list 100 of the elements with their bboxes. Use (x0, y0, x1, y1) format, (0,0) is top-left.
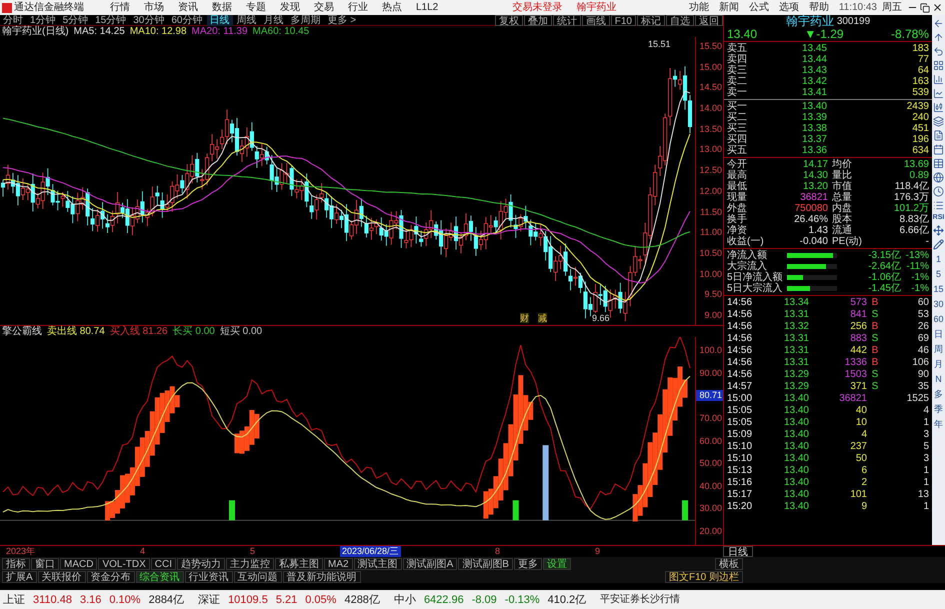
period-tab[interactable]: 日线 (206, 14, 232, 26)
bottom-tab[interactable]: 测试主图 (354, 558, 402, 570)
bottom-tab[interactable]: 横板 (715, 558, 743, 570)
period-tab[interactable]: 5分钟 (60, 14, 92, 26)
period-tab[interactable]: 周线 (234, 14, 260, 26)
bottom-tab[interactable]: 互动问题 (234, 570, 282, 582)
period-tab[interactable]: 30分钟 (130, 14, 168, 26)
order-price: 13.37 (800, 134, 827, 145)
trade-time: 15:20 (727, 500, 754, 512)
menu-item[interactable]: 热点 (376, 2, 408, 13)
chart-tool-button[interactable]: 返回 (695, 14, 723, 26)
line-chart-icon[interactable] (933, 88, 944, 99)
menu-item[interactable]: 行业 (342, 2, 374, 13)
calendar-icon[interactable] (933, 144, 944, 155)
menu-notice[interactable]: 交易未登录 (506, 2, 569, 13)
bottom-tab[interactable]: VOL-TDX (98, 558, 150, 570)
menu-item[interactable]: 专题 (240, 2, 272, 13)
period-button[interactable]: 年 (934, 418, 943, 430)
period-button[interactable]: 60 (933, 313, 944, 325)
menu-item[interactable]: 数据 (206, 2, 238, 13)
bottom-tab[interactable]: MA2 (324, 558, 353, 570)
menu-item[interactable]: 发现 (274, 2, 306, 13)
axis-label: 13.00 (698, 144, 723, 156)
bottom-tab[interactable]: 资金分布 (86, 570, 135, 582)
bottom-tab[interactable]: 设置 (542, 558, 571, 570)
bottom-tab[interactable]: 扩展A (2, 570, 37, 582)
period-tab[interactable]: 分时 (0, 14, 26, 26)
ma-value: MA5: 14.25 (74, 26, 125, 37)
menu-item[interactable]: 市场 (138, 2, 170, 13)
chart-tool-button[interactable]: 画线 (582, 14, 610, 26)
axis-label: 60.00 (698, 436, 723, 446)
period-button[interactable]: 30 (933, 298, 944, 310)
chart-tool-button[interactable]: F10 (610, 14, 636, 26)
period-button[interactable]: 5 (936, 268, 941, 280)
period-button[interactable]: 多 (934, 388, 943, 400)
return-arrow-icon[interactable] (933, 46, 944, 57)
bottom-tab[interactable]: 更多 (514, 558, 542, 570)
table-icon[interactable] (933, 158, 944, 169)
bottom-tab[interactable]: 图文F10 则边栏 (664, 570, 743, 582)
axis-label: 14.00 (698, 103, 723, 114)
period-tab[interactable]: 更多 > (324, 14, 360, 26)
bottom-tab[interactable]: 测试副图B (458, 558, 513, 570)
chart-title: 翰宇药业(日线) (2, 26, 69, 37)
bottom-tab[interactable]: 普及新功能说明 (282, 570, 361, 582)
period-tab[interactable]: 15分钟 (92, 14, 130, 26)
menu-item[interactable]: 交易 (308, 2, 340, 13)
layers-icon[interactable] (933, 116, 944, 127)
period-tab[interactable]: 1分钟 (27, 14, 59, 26)
stat-value: 0.89 (908, 170, 929, 181)
chart-tool-button[interactable]: 复权 (494, 14, 523, 26)
axis-label: 20.00 (698, 526, 723, 537)
stat-label: 净资 (727, 225, 748, 236)
move-arrows-icon[interactable] (933, 225, 944, 236)
candlestick-icon[interactable] (933, 102, 944, 113)
menu-item[interactable]: 资讯 (172, 2, 204, 13)
menu-item[interactable]: 选项 (774, 2, 803, 13)
bar-chart-icon[interactable] (933, 74, 944, 85)
menu-notice[interactable]: 翰宇药业 (570, 2, 623, 13)
menu-item[interactable]: L1L2 (410, 2, 444, 13)
period-tab[interactable]: 月线 (260, 14, 286, 26)
period-tab[interactable]: 60分钟 (168, 14, 206, 26)
chart-tool-button[interactable]: 统计 (552, 14, 581, 26)
menu-item[interactable]: 帮助 (804, 2, 833, 13)
bottom-tab[interactable]: 主力监控 (226, 558, 274, 570)
chart-tool-button[interactable]: 叠加 (524, 14, 552, 26)
period-button[interactable]: N (935, 373, 942, 385)
chart-tool-button[interactable]: 标记 (637, 14, 665, 26)
left-arrow-icon[interactable] (933, 18, 944, 29)
period-button[interactable]: 日 (934, 328, 943, 340)
up-arrow-icon[interactable] (933, 32, 944, 43)
bottom-tab[interactable]: 私募主图 (275, 558, 324, 570)
period-tab[interactable]: 多周期 (288, 14, 324, 26)
menu-item[interactable]: 功能 (684, 2, 713, 13)
period-button[interactable]: 15 (933, 283, 944, 295)
trade-time: 15:05 (727, 404, 754, 416)
period-button[interactable]: 1 (936, 253, 941, 265)
close-icon[interactable] (932, 2, 943, 13)
pencil-icon[interactable] (933, 239, 944, 250)
period-button[interactable]: 月 (934, 358, 943, 370)
bottom-tab[interactable]: CCI (150, 558, 176, 570)
globe-icon[interactable] (933, 172, 944, 183)
bottom-tab[interactable]: 窗口 (31, 558, 59, 570)
bottom-tab[interactable]: 测试副图A (402, 558, 458, 570)
menu-item[interactable]: 公式 (744, 2, 773, 13)
bottom-tab[interactable]: 行业资讯 (184, 570, 233, 582)
bottom-tab[interactable]: 趋势动力 (177, 558, 226, 570)
period-button[interactable]: 周 (934, 343, 943, 355)
document-icon[interactable] (933, 130, 944, 141)
clock-icon[interactable] (933, 186, 944, 197)
bottom-tab[interactable]: MACD (60, 558, 98, 570)
bottom-tab[interactable]: 综合资讯 (136, 570, 184, 582)
chart-tool-button[interactable]: 自选 (666, 14, 694, 26)
menu-item[interactable]: 新闻 (714, 2, 743, 13)
bottom-tab[interactable]: 关联报价 (38, 570, 86, 582)
grid-icon[interactable] (933, 60, 944, 71)
axis-label: 9.00 (703, 310, 723, 321)
period-button[interactable]: 季 (934, 403, 943, 415)
restore-icon[interactable] (920, 2, 930, 12)
bottom-tab[interactable]: 指标 (2, 558, 30, 570)
menu-item[interactable]: 行情 (104, 2, 136, 13)
